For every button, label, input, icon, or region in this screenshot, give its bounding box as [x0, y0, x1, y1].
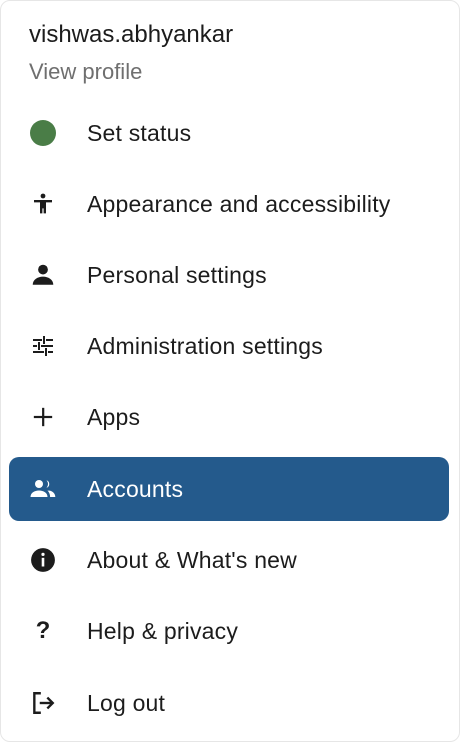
menu-item-label: Accounts	[87, 475, 184, 502]
accessibility-icon	[29, 190, 57, 218]
menu-item-label: Set status	[87, 119, 192, 146]
menu-item-accounts[interactable]: Accounts	[9, 457, 449, 521]
menu-item-log-out[interactable]: Log out	[9, 671, 449, 735]
question-icon: ?	[35, 617, 51, 644]
people-icon	[29, 475, 57, 503]
menu-item-set-status[interactable]: Set status	[9, 101, 449, 165]
plus-icon	[29, 403, 57, 431]
menu-item-administration-settings[interactable]: Administration settings	[9, 314, 449, 378]
view-profile-link[interactable]: View profile	[29, 57, 233, 87]
logout-icon	[29, 689, 57, 717]
status-dot-icon	[29, 119, 57, 147]
menu-item-label: Personal settings	[87, 261, 267, 288]
person-icon	[29, 261, 57, 289]
user-name: vishwas.abhyankar	[29, 21, 234, 48]
menu-item-about[interactable]: About & What's new	[9, 528, 449, 592]
sliders-icon	[29, 332, 57, 360]
menu-item-label: Administration settings	[87, 332, 323, 359]
menu-item-help[interactable]: ? Help & privacy	[9, 599, 449, 663]
menu-item-apps[interactable]: Apps	[9, 385, 449, 449]
menu-item-label: Apps	[87, 403, 141, 430]
info-icon	[29, 546, 57, 574]
menu-item-personal-settings[interactable]: Personal settings	[9, 243, 449, 307]
menu-item-label: Help & privacy	[87, 617, 239, 644]
menu-item-label: About & What's new	[87, 546, 297, 573]
menu-item-label: Log out	[87, 689, 166, 716]
menu-item-appearance[interactable]: Appearance and accessibility	[9, 172, 449, 236]
menu-item-label: Appearance and accessibility	[87, 190, 391, 217]
user-header: vishwas.abhyankar View profile	[29, 19, 233, 87]
user-menu: vishwas.abhyankar View profile Set statu…	[0, 0, 460, 742]
